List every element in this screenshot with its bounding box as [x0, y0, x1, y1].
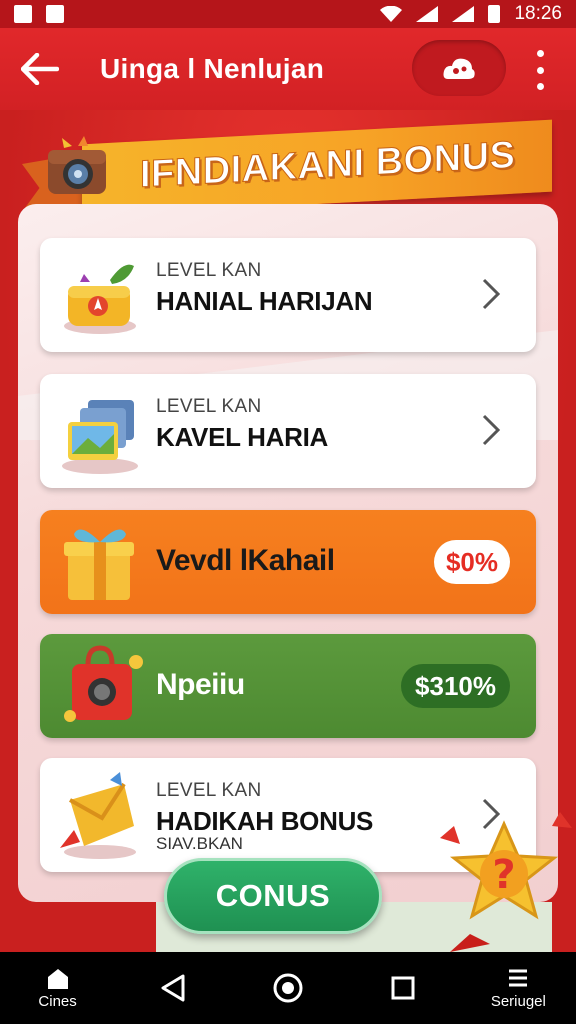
percent-badge: $310%: [401, 664, 510, 708]
level-card[interactable]: LEVEL KAN KAVEL HARIA: [40, 374, 536, 488]
nav-home-circle[interactable]: [243, 972, 333, 1004]
nav-settings-label: Seriugel: [490, 992, 546, 1010]
app-notification-icon: [46, 5, 64, 23]
app-bar: Uinga l Nenlujan: [0, 28, 576, 110]
svg-text:?: ?: [492, 852, 515, 898]
card-title: Npeiiu: [156, 668, 245, 701]
nav-settings[interactable]: Seriugel: [473, 967, 563, 1010]
percent-badge: $0%: [433, 540, 510, 584]
shopping-bag-icon: [64, 645, 143, 722]
camera-icon: [48, 136, 106, 194]
gift-bonus-card[interactable]: Vevdl lKahail $0%: [40, 510, 536, 614]
card-title: HADIKAH BONUS: [156, 806, 374, 836]
claim-bonus-button[interactable]: CONUS: [164, 858, 382, 934]
chevron-right-icon: [482, 414, 501, 446]
arrow-left-icon: [21, 53, 59, 85]
back-triangle-icon: [161, 974, 185, 1002]
gift-box-icon: [64, 529, 134, 600]
card-subtitle: LEVEL KAN: [156, 260, 262, 281]
home-circle-icon: [273, 973, 303, 1003]
card-title: Vevdl lKahail: [156, 544, 335, 577]
card-subtitle: LEVEL KAN: [156, 780, 262, 801]
wifi-icon: [380, 6, 403, 22]
home-icon: [47, 968, 68, 989]
card-footnote: SIAV.BKAN: [156, 834, 243, 853]
cloud-game-icon: [443, 58, 475, 79]
menu-icon: [509, 969, 528, 986]
nav-back[interactable]: [128, 973, 218, 1003]
chevron-right-icon: [482, 278, 501, 310]
card-title: HANIAL HARIJAN: [156, 286, 373, 316]
recents-square-icon: [391, 976, 415, 1000]
card-subtitle: LEVEL KAN: [156, 396, 262, 417]
cta-label: CONUS: [215, 878, 331, 913]
photo-notification-icon: [14, 5, 32, 23]
signal-icon: [416, 6, 439, 22]
back-button[interactable]: [0, 28, 80, 110]
game-button[interactable]: [412, 40, 506, 96]
shopping-bonus-card[interactable]: Npeiiu $310%: [40, 634, 536, 738]
treasure-pot-icon: [64, 264, 136, 334]
nav-home-label: Cines: [38, 992, 77, 1010]
nav-recents[interactable]: [358, 975, 448, 1001]
signal-icon-2: [452, 6, 475, 22]
nav-home[interactable]: Cines: [13, 967, 103, 1010]
status-bar: 18:26: [0, 0, 576, 28]
rocket-gift-icon: [60, 772, 136, 859]
more-options-button[interactable]: [524, 50, 556, 90]
clock: 18:26: [514, 3, 562, 24]
battery-icon: [488, 5, 501, 23]
mystery-star-icon[interactable]: ?: [430, 808, 576, 952]
daily-mission-card[interactable]: LEVEL KAN HANIAL HARIJAN: [40, 238, 536, 352]
card-title: KAVEL HARIA: [156, 422, 328, 452]
system-nav-bar: Cines Seriugel: [0, 952, 576, 1024]
page-title: Uinga l Nenlujan: [100, 53, 325, 84]
photo-book-icon: [62, 400, 138, 474]
